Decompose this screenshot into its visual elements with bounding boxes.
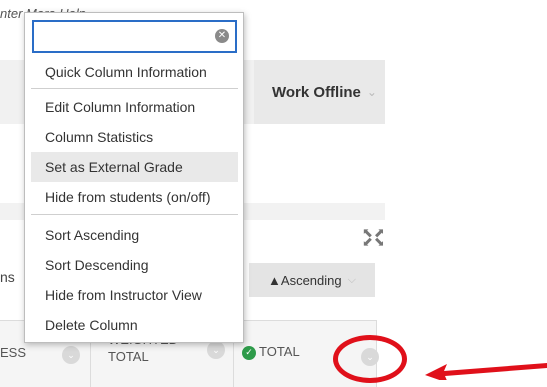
menu-item-column-statistics[interactable]: Column Statistics — [31, 122, 238, 152]
sort-order-label: ▲Ascending — [268, 272, 342, 288]
menu-item-delete-column[interactable]: Delete Column — [31, 310, 238, 340]
filter-label: ns — [0, 269, 15, 285]
menu-separator — [31, 88, 238, 89]
menu-separator — [31, 214, 238, 215]
work-offline-label: Work Offline — [272, 83, 361, 101]
expand-icon[interactable]: ⬉⬈ ⬋⬊ — [362, 226, 386, 248]
highlight-ellipse — [333, 335, 407, 383]
menu-item-sort-descending[interactable]: Sort Descending — [31, 250, 238, 280]
menu-search-box: ✕ — [32, 20, 237, 53]
check-circle-icon: ✓ — [242, 345, 256, 360]
menu-search-input[interactable] — [34, 22, 216, 51]
work-offline-button[interactable]: Work Offline ⌄ — [254, 60, 385, 124]
column-options-menu: ✕ Quick Column Information Edit Column I… — [24, 12, 244, 343]
chevron-down-icon: ⌵ — [347, 273, 356, 286]
menu-item-sort-ascending[interactable]: Sort Ascending — [31, 220, 238, 250]
arrow-icon — [425, 363, 547, 380]
chevron-down-icon: ⌄ — [366, 85, 377, 99]
menu-item-edit-column-information[interactable]: Edit Column Information — [31, 92, 238, 122]
clear-icon[interactable]: ✕ — [215, 29, 229, 43]
menu-item-quick-column-information[interactable]: Quick Column Information — [31, 57, 238, 87]
total-header: ✓ TOTAL — [242, 344, 300, 360]
sort-order-button[interactable]: ▲Ascending ⌵ — [249, 263, 375, 297]
total-header-label: TOTAL — [259, 344, 300, 359]
column-header-label: ESS — [0, 345, 27, 360]
menu-item-set-as-external-grade[interactable]: Set as External Grade — [31, 152, 238, 182]
menu-item-hide-from-students[interactable]: Hide from students (on/off) — [31, 182, 238, 212]
weighted-total-line2: TOTAL — [108, 349, 149, 364]
chevron-down-icon[interactable]: ⌄ — [62, 346, 80, 364]
menu-item-hide-from-instructor-view[interactable]: Hide from Instructor View — [31, 280, 238, 310]
chevron-down-icon[interactable]: ⌄ — [207, 341, 225, 359]
